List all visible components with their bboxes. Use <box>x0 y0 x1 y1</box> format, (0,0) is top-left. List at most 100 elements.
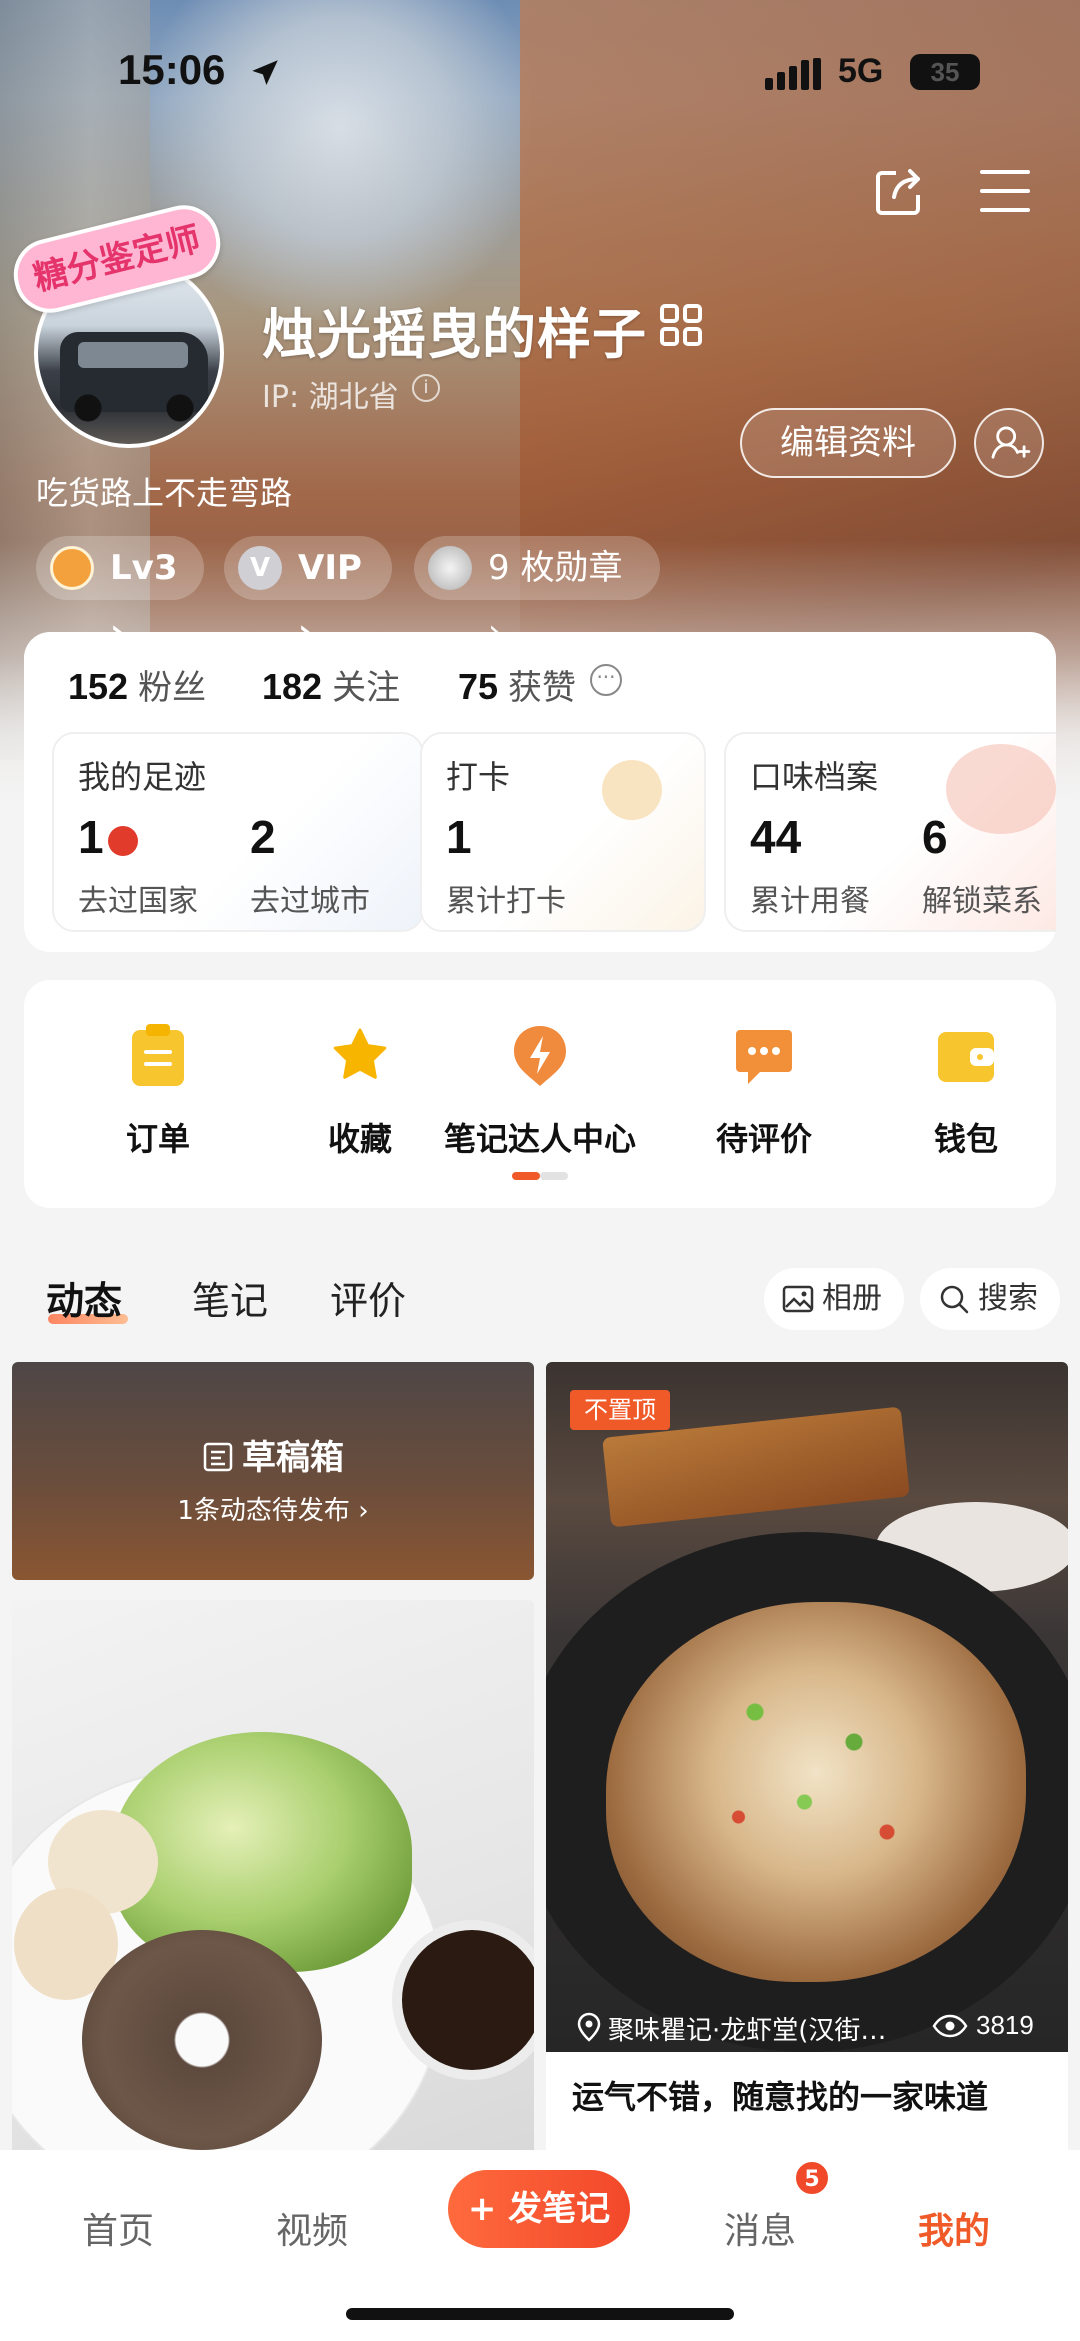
post-photo-meta: 聚味瞿记·龙虾堂(汉街… 3819 <box>546 2000 1068 2052</box>
followers-stat[interactable]: 152 粉丝 <box>68 660 206 709</box>
service-creator-center[interactable]: 笔记达人中心 <box>440 1024 640 1160</box>
followers-label: 粉丝 <box>138 668 207 708</box>
car-photo <box>60 332 208 422</box>
service-favorites[interactable]: 收藏 <box>260 1024 460 1160</box>
location-arrow-icon <box>252 60 278 86</box>
wallet-icon <box>938 1032 994 1082</box>
cities-label: 去过城市 <box>250 884 370 919</box>
service-orders[interactable]: 订单 <box>58 1024 258 1160</box>
china-flag-icon <box>107 825 138 856</box>
post-note-button[interactable]: + 发笔记 <box>448 2170 630 2248</box>
following-count: 182 <box>262 666 323 707</box>
meals-count: 44 <box>750 811 802 863</box>
checkin-count: 1 <box>446 811 472 863</box>
tab-reviews[interactable]: 评价 <box>330 1270 406 1325</box>
nickname: 烛光摇曳的样子 <box>262 303 647 366</box>
post-photo-fish[interactable] <box>546 1362 1068 2052</box>
draft-box-icon <box>203 1442 233 1472</box>
pager-dot <box>540 1172 568 1180</box>
album-label: 相册 <box>822 1281 882 1316</box>
image-icon <box>782 1285 814 1313</box>
likes-stat[interactable]: 75 获赞 <box>458 660 576 709</box>
post-caption-box[interactable]: 运气不错，随意找的一家味道 <box>546 2052 1068 2162</box>
nav-video[interactable]: 视频 <box>276 2202 348 2254</box>
status-bar: 15:06 5G 35 <box>0 40 1080 110</box>
signal-icon <box>765 58 821 90</box>
footprint-card[interactable]: 我的足迹 1 去过国家 2 去过城市 <box>52 732 424 932</box>
album-button[interactable]: 相册 <box>764 1268 904 1330</box>
draft-subtitle: 1条动态待发布 › <box>177 1496 369 1526</box>
draft-title: 草稿箱 <box>12 1430 534 1479</box>
unpin-tag[interactable]: 不置顶 <box>570 1390 670 1430</box>
edit-profile-button[interactable]: 编辑资料 <box>740 408 956 478</box>
messages-badge: 5 <box>794 2160 830 2196</box>
taste-decoration-icon <box>946 744 1056 834</box>
vip-chip[interactable]: V VIP › <box>224 536 392 652</box>
service-label: 订单 <box>125 1120 190 1158</box>
tab-notes[interactable]: 笔记 <box>192 1270 268 1325</box>
checkin-decoration-icon <box>602 760 662 820</box>
post-location: 聚味瞿记·龙虾堂(汉街… <box>608 2016 887 2046</box>
cuisines-label: 解锁菜系 <box>922 884 1042 919</box>
service-wallet[interactable]: 钱包 <box>866 1024 1066 1160</box>
post-caption: 运气不错，随意找的一家味道 <box>572 2078 989 2116</box>
pager-dot-active <box>512 1172 540 1180</box>
bagel-shape <box>82 1930 322 2150</box>
badges-chip[interactable]: 9 枚勋章 › <box>414 536 660 652</box>
menu-icon[interactable] <box>980 168 1030 214</box>
eye-icon <box>932 2014 968 2038</box>
nav-home[interactable]: 首页 <box>82 2202 154 2254</box>
search-label: 搜索 <box>978 1281 1038 1316</box>
checkin-label: 累计打卡 <box>446 884 566 919</box>
chat-dots-icon <box>736 1030 792 1084</box>
service-label: 待评价 <box>715 1120 812 1158</box>
home-indicator <box>346 2308 734 2320</box>
cuisines-count: 6 <box>922 811 948 863</box>
info-icon[interactable]: i <box>412 374 440 402</box>
service-label: 笔记达人中心 <box>443 1120 636 1158</box>
medal-icon <box>428 546 472 590</box>
service-label: 收藏 <box>327 1120 392 1158</box>
likes-label: 获赞 <box>508 668 577 708</box>
vip-icon: V <box>238 546 282 590</box>
nav-me[interactable]: 我的 <box>918 2202 990 2254</box>
following-stat[interactable]: 182 关注 <box>262 660 400 709</box>
bio: 吃货路上不走弯路 <box>36 474 293 512</box>
battery-icon: 35 <box>910 54 980 90</box>
more-icon[interactable]: ··· <box>590 664 622 696</box>
nav-messages[interactable]: 消息 <box>724 2202 796 2254</box>
service-pending-review[interactable]: 待评价 <box>664 1024 864 1160</box>
checkin-card[interactable]: 打卡 1 累计打卡 <box>420 732 706 932</box>
countries-count: 1 <box>78 810 138 864</box>
view-count: 3819 <box>976 2010 1034 2040</box>
taste-profile-card[interactable]: 口味档案 44 累计用餐 6 解锁菜系 <box>724 732 1056 932</box>
network-type: 5G <box>838 52 884 90</box>
level-icon <box>50 546 94 590</box>
garnish-shape <box>656 1622 986 1922</box>
services-card: 订单 收藏 笔记达人中心 待评价 钱包 <box>24 980 1056 1208</box>
ip-location: IP: 湖北省 <box>262 380 399 415</box>
star-icon <box>333 1028 387 1079</box>
stats-card: 152 粉丝 182 关注 75 获赞 ··· 我的足迹 1 去过国家 2 去过城市 … <box>24 632 1056 952</box>
add-friend-button[interactable] <box>974 408 1044 478</box>
taste-title: 口味档案 <box>750 758 879 796</box>
meals-label: 累计用餐 <box>750 884 870 919</box>
search-icon <box>940 1285 969 1314</box>
draft-box-card[interactable]: 草稿箱 1条动态待发布 › <box>12 1362 534 1580</box>
search-button[interactable]: 搜索 <box>920 1268 1060 1330</box>
likes-count: 75 <box>458 666 499 707</box>
lightning-badge-icon <box>514 1026 566 1086</box>
share-icon[interactable] <box>872 165 926 219</box>
services-pager <box>512 1172 568 1180</box>
status-time: 15:06 <box>118 46 226 93</box>
sauce-bowl-shape <box>402 1930 534 2070</box>
checkin-title: 打卡 <box>446 758 511 796</box>
tab-moments[interactable]: 动态 <box>46 1270 122 1325</box>
post-photo-breakfast[interactable] <box>12 1600 534 2160</box>
following-label: 关注 <box>332 668 401 708</box>
clipboard-icon <box>132 1024 184 1086</box>
countries-label: 去过国家 <box>78 884 198 919</box>
location-pin-icon <box>577 2012 601 2042</box>
level-chip[interactable]: Lv3 › <box>36 536 204 652</box>
qr-code-icon[interactable] <box>660 304 702 346</box>
